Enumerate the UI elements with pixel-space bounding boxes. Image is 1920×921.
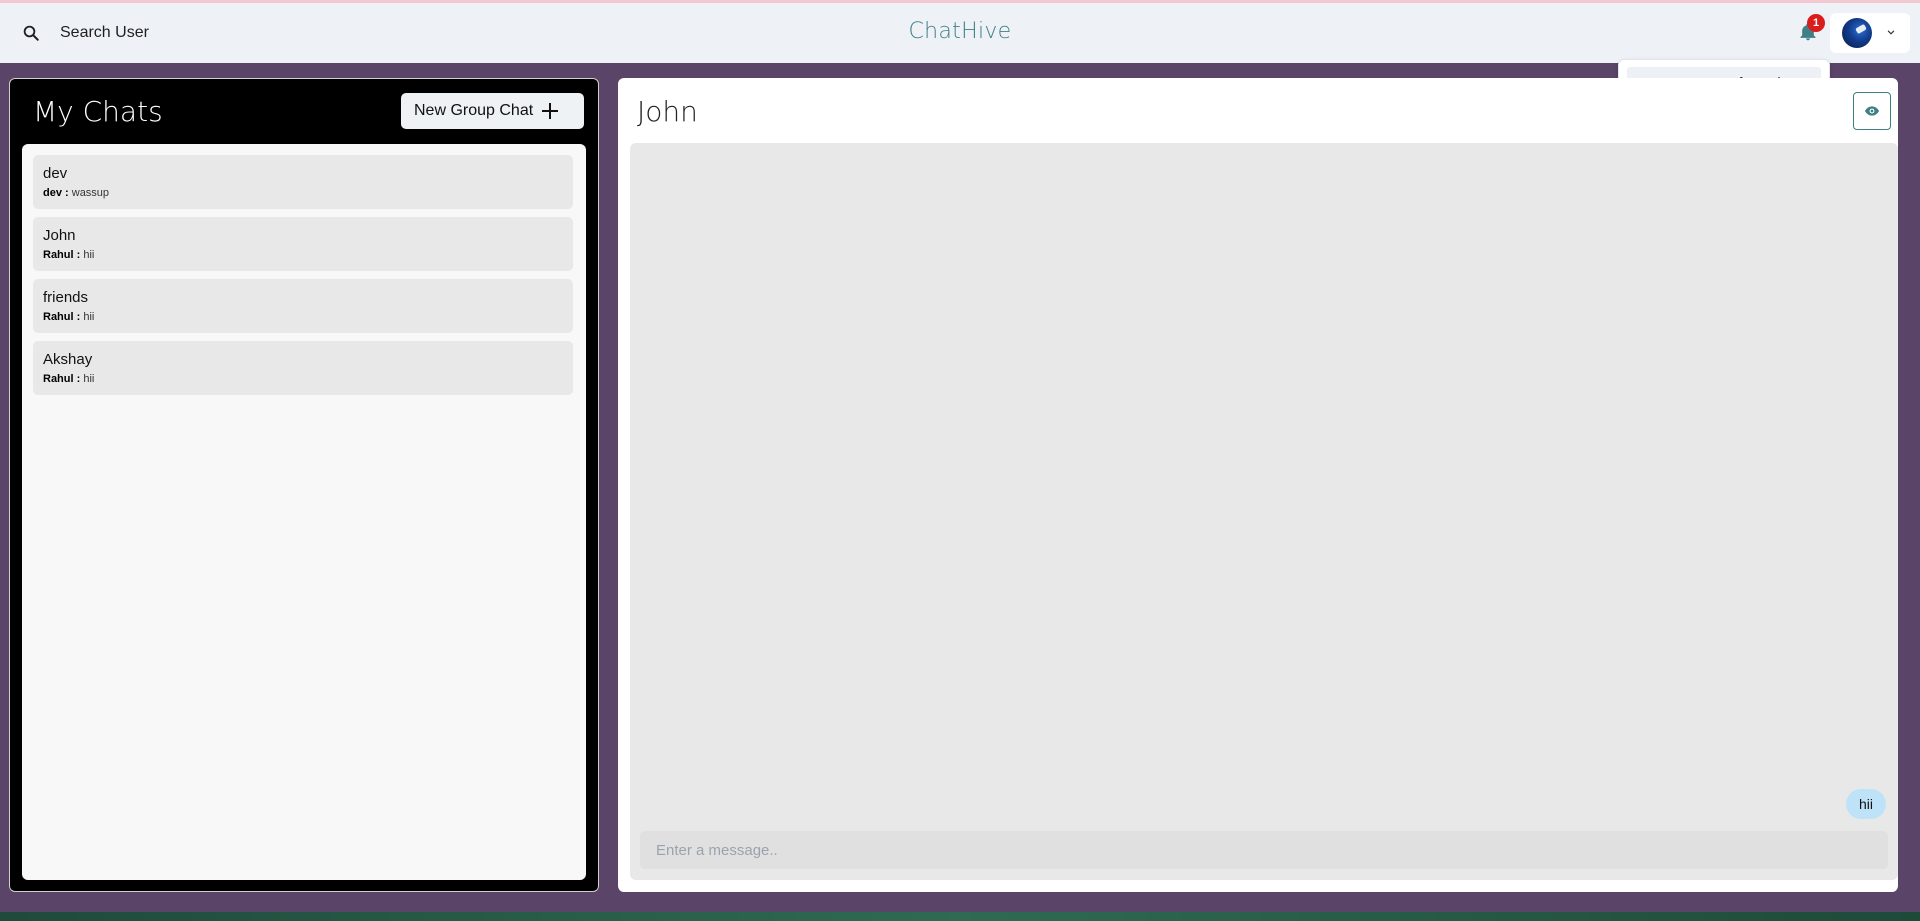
- chat-title: John: [637, 95, 698, 128]
- chat-preview-sender: Rahul :: [43, 249, 81, 261]
- chat-item-john[interactable]: John Rahul : hii: [33, 217, 573, 271]
- eye-icon: [1865, 106, 1879, 116]
- chat-item-akshay[interactable]: Akshay Rahul : hii: [33, 341, 573, 395]
- chat-panel: John hii: [618, 78, 1898, 892]
- chat-item-preview: Rahul : hii: [43, 373, 94, 385]
- chat-preview-sender: Rahul :: [43, 373, 81, 385]
- chat-item-name: friends: [43, 289, 89, 306]
- chat-item-dev[interactable]: dev dev : wassup: [33, 155, 573, 209]
- message-input[interactable]: [640, 831, 1888, 869]
- chat-item-preview: dev : wassup: [43, 187, 109, 199]
- messages-area: hii: [630, 143, 1898, 880]
- chat-item-preview: Rahul : hii: [43, 311, 94, 323]
- chat-preview-message: hii: [83, 311, 95, 323]
- message-bubble-own: hii: [1845, 789, 1886, 819]
- new-group-chat-button[interactable]: New Group Chat: [401, 93, 584, 129]
- plus-icon: [542, 103, 559, 119]
- chat-item-name: John: [43, 227, 76, 244]
- chat-preview-message: wassup: [71, 187, 110, 199]
- chat-preview-sender: Rahul :: [43, 311, 81, 323]
- chat-item-name: Akshay: [43, 351, 93, 368]
- my-chats-title: My Chats: [33, 95, 163, 128]
- new-group-chat-label: New Group Chat: [414, 102, 534, 119]
- chevron-down-icon: [1887, 30, 1895, 35]
- avatar-image-detail: [1855, 23, 1867, 35]
- chat-item-name: dev: [43, 165, 68, 182]
- top-header: Search User ChatHive 1: [0, 3, 1920, 63]
- notification-badge: 1: [1807, 14, 1825, 32]
- my-chats-panel: My Chats New Group Chat dev dev : wassup…: [9, 78, 599, 892]
- chat-list: dev dev : wassup John Rahul : hii friend…: [22, 144, 586, 880]
- bottom-strip: [0, 912, 1920, 921]
- view-profile-button[interactable]: [1853, 92, 1891, 130]
- app-title: ChatHive: [908, 19, 1012, 44]
- chat-preview-sender: dev :: [43, 187, 69, 199]
- chat-item-friends[interactable]: friends Rahul : hii: [33, 279, 573, 333]
- chat-preview-message: hii: [83, 249, 95, 261]
- profile-menu-button[interactable]: [1830, 13, 1910, 53]
- chat-preview-message: hii: [83, 373, 95, 385]
- chat-item-preview: Rahul : hii: [43, 249, 94, 261]
- avatar: [1842, 18, 1872, 48]
